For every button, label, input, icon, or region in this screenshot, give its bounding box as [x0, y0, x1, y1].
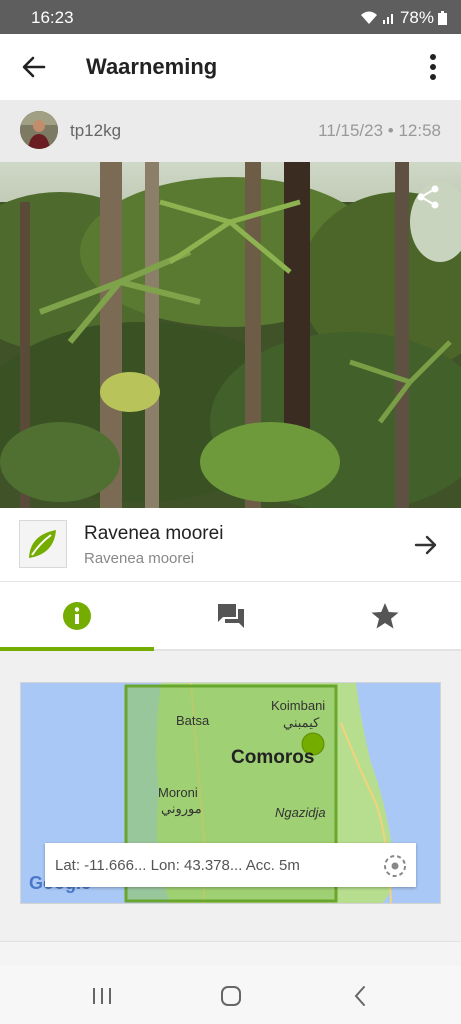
species-thumbnail [19, 520, 67, 568]
map-label-moroni-ar: موروني [161, 801, 202, 816]
tab-bar [0, 583, 461, 651]
location-map[interactable]: Koimbani كيمبني Batsa Comoros Moroni مور… [20, 682, 441, 904]
more-vert-icon[interactable] [429, 54, 437, 80]
info-content: Koimbani كيمبني Batsa Comoros Moroni مور… [0, 651, 461, 941]
observer-bar: tp12kg 11/15/23 • 12:58 [0, 100, 461, 162]
info-icon [63, 602, 91, 630]
observation-photo[interactable] [0, 162, 461, 508]
map-label-moroni: Moroni [158, 785, 198, 800]
share-icon[interactable] [415, 184, 441, 210]
tab-comments[interactable] [154, 583, 308, 649]
status-icons: 78% [360, 8, 447, 28]
battery-percent: 78% [399, 8, 434, 27]
observation-datetime: 11/15/23 • 12:58 [318, 121, 441, 140]
status-time: 16:23 [31, 8, 74, 27]
status-bar: 16:23 78% [0, 0, 461, 34]
arrow-left-icon[interactable] [20, 53, 48, 81]
species-name: Ravenea moorei [84, 523, 224, 544]
map-label-batsa: Batsa [176, 713, 210, 728]
map-label-koimbani: Koimbani [271, 698, 326, 713]
map-label-comoros: Comoros [231, 747, 315, 768]
tab-info[interactable] [0, 583, 154, 649]
battery-icon [438, 11, 447, 25]
coordinates-card: Lat: -11.666... Lon: 43.378... Acc. 5m [45, 843, 416, 887]
observer-username[interactable]: tp12kg [70, 121, 121, 141]
app-bar: Waarneming [0, 34, 461, 100]
system-nav-bar [0, 966, 461, 1024]
coordinates-text: Lat: -11.666... Lon: 43.378... Acc. 5m [55, 857, 300, 874]
map-label-ngazidja: Ngazidja [275, 805, 326, 820]
back-nav-icon[interactable] [348, 983, 374, 1009]
forest-image [0, 162, 461, 508]
recent-apps-icon[interactable] [89, 983, 115, 1009]
map-label-koimbani-ar: كيمبني [283, 715, 320, 730]
avatar[interactable] [20, 111, 58, 149]
home-icon[interactable] [218, 983, 244, 1009]
location-precision-icon[interactable] [382, 853, 408, 879]
signal-icon [382, 14, 393, 24]
content-bottom-edge [0, 941, 461, 966]
arrow-right-icon[interactable] [413, 532, 439, 558]
star-icon [371, 603, 398, 629]
species-scientific-name: Ravenea moorei [84, 550, 195, 567]
species-row[interactable]: Ravenea moorei Ravenea moorei [0, 508, 461, 582]
page-title: Waarneming [86, 54, 218, 79]
leaf-icon [29, 530, 56, 558]
wifi-icon [360, 11, 377, 24]
chat-icon [218, 604, 244, 628]
tab-favorite[interactable] [308, 583, 461, 649]
